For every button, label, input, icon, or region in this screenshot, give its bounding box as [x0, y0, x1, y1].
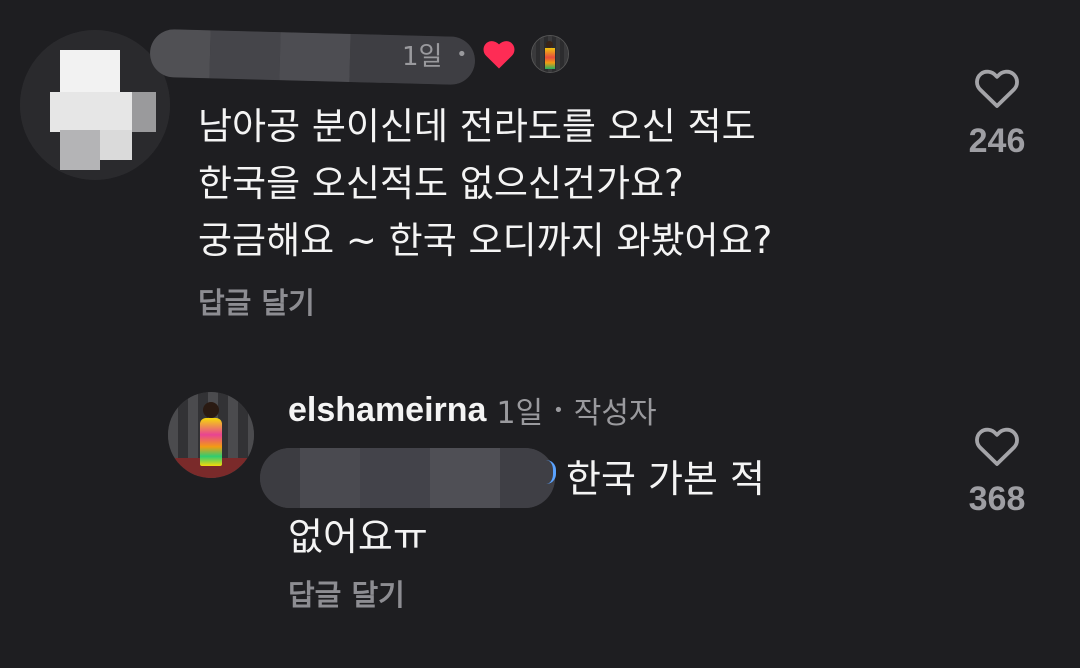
comment-time: 1일	[402, 41, 443, 72]
commenter-avatar-blurred[interactable]	[20, 30, 170, 180]
comment-meta: 1일 •	[402, 30, 570, 78]
mention-redaction	[260, 448, 555, 508]
like-count: 368	[968, 480, 1026, 518]
reply-text-line-2: 없어요ㅠ	[288, 515, 428, 559]
creator-username[interactable]: elshameirna	[288, 391, 486, 430]
creator-liked-avatar	[531, 35, 570, 73]
reply-button[interactable]: 답글 달기	[288, 572, 405, 614]
comment-thread: 1일 • 남아공 분이신데 전라도를 오신 적도 한국을 오신적도 없으신건가요…	[0, 0, 1080, 668]
heart-outline-icon[interactable]	[973, 424, 1021, 468]
creator-avatar[interactable]	[168, 392, 254, 478]
comment-line-1: 남아공 분이신데 전라도를 오신 적도	[198, 105, 756, 148]
like-count: 246	[968, 122, 1026, 160]
like-button[interactable]: 246	[950, 66, 1044, 161]
comment-text: 남아공 분이신데 전라도를 오신 적도 한국을 오신적도 없으신건가요? 궁금해…	[198, 98, 938, 269]
comment-line-2: 한국을 오신적도 없으신건가요?	[198, 162, 684, 205]
reply-header: elshameirna 1일 • 작성자	[288, 388, 657, 432]
author-badge: 작성자	[573, 396, 657, 431]
meta-separator: •	[553, 399, 564, 421]
meta-separator: •	[456, 43, 468, 65]
reply-text-line-1: 한국 가본 적	[566, 457, 765, 501]
like-button[interactable]: 368	[950, 424, 1044, 519]
heart-outline-icon[interactable]	[973, 66, 1021, 110]
heart-filled-icon	[483, 41, 515, 69]
reply-button[interactable]: 답글 달기	[198, 280, 315, 322]
comment-line-3: 궁금해요 ~ 한국 오디까지 와봤어요?	[198, 219, 773, 262]
reply-time: 1일	[496, 396, 544, 431]
